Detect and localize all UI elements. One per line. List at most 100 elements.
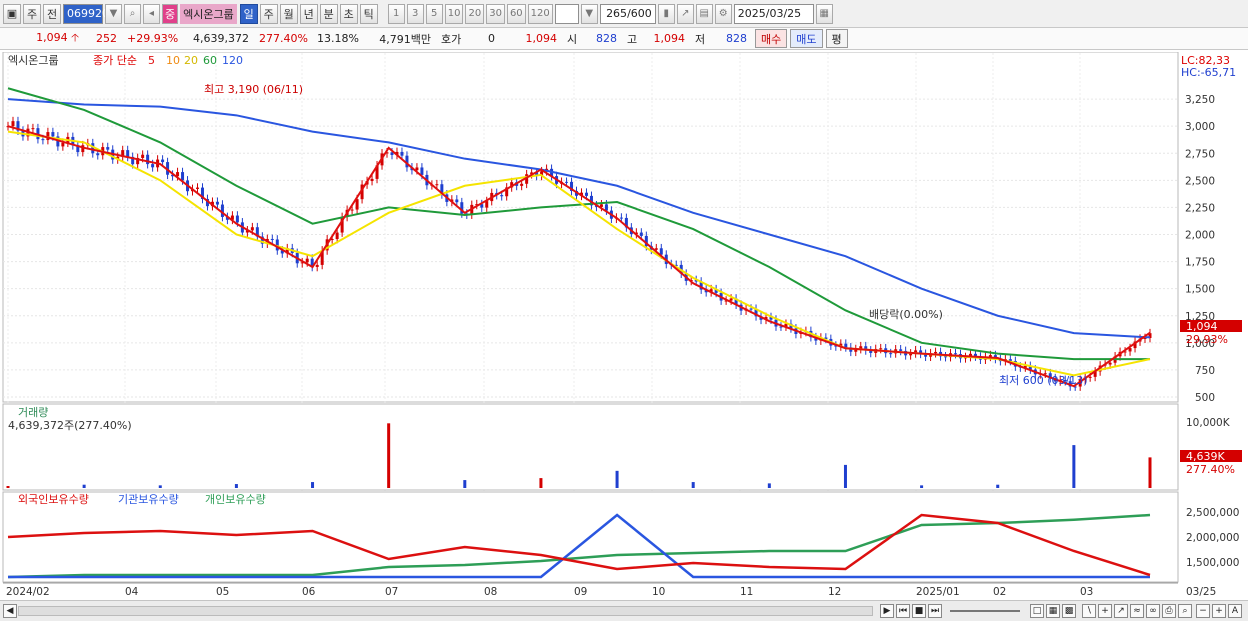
candle-body <box>370 178 374 182</box>
candle-body <box>315 264 319 267</box>
interval-button-7[interactable]: 120 <box>527 3 553 24</box>
interval-button-6[interactable]: 60 <box>506 3 526 24</box>
interval-button-3[interactable]: 10 <box>444 3 464 24</box>
x-label-1: 04 <box>125 586 139 598</box>
period-tab-2[interactable]: 월 <box>279 3 298 24</box>
holding-ytick-2: 2,000,000 <box>1186 532 1239 544</box>
trend-icon[interactable]: ↗ <box>1114 604 1128 618</box>
interval-input[interactable] <box>554 3 579 24</box>
scroll-bar: ◀ ▶ ⏮ ■ ⏭ □ ▦ ▩ ∖ + ↗ ≈ ∞ ⎙ ⌕ − + A <box>0 600 1248 621</box>
font-icon[interactable]: A <box>1228 604 1242 618</box>
holding-panel: 외국인보유수량 기관보유수량 개인보유수량 2,500,000 2,000,00… <box>2 491 1239 583</box>
y-tick-1: 750 <box>1195 365 1215 377</box>
save-icon[interactable]: ▤ <box>695 3 713 24</box>
volume-tag-text: 4,639K <box>1186 450 1225 463</box>
candle-type-icon[interactable]: ▮ <box>657 3 675 24</box>
interval-button-4[interactable]: 20 <box>465 3 485 24</box>
scroll-left-icon[interactable]: ◀ <box>3 604 17 618</box>
volume-ytick: 10,000K <box>1186 417 1231 429</box>
type-select[interactable]: 주 <box>23 3 41 24</box>
count-input[interactable]: 265/600 <box>599 3 656 24</box>
period-tab-4[interactable]: 분 <box>319 3 338 24</box>
low-value: 828 <box>726 32 747 45</box>
candle-body <box>565 181 569 183</box>
y-tick-7: 2,250 <box>1185 202 1215 214</box>
line-type-icon[interactable]: ↗ <box>676 3 694 24</box>
period-tab-0[interactable]: 일 <box>239 3 258 24</box>
price-panel-border <box>2 52 1179 403</box>
legend-ma-label: 종가 단순 <box>93 54 137 67</box>
turnover-rate: 13.18% <box>317 32 359 45</box>
pct-tag-text: 29.93% <box>1186 333 1228 346</box>
candle-body <box>151 164 155 168</box>
candle-body <box>844 343 848 348</box>
holding-ytick-3: 1,500,000 <box>1186 557 1239 569</box>
candle-body <box>899 349 903 351</box>
search-icon[interactable]: ⌕ <box>124 3 141 24</box>
hc-value: HC:-65,71 <box>1181 66 1236 79</box>
volume-bar <box>311 482 315 488</box>
last-icon[interactable]: ⏭ <box>928 604 942 618</box>
candle-body <box>400 151 404 156</box>
legend-stock-name: 엑시온그룹 <box>8 54 59 67</box>
interval-button-0[interactable]: 1 <box>387 3 405 24</box>
candle-body <box>270 238 274 240</box>
legend-ma5: 5 <box>148 54 155 67</box>
prev-button[interactable]: 전 <box>43 3 61 24</box>
tile-icon[interactable]: ▦ <box>1046 604 1060 618</box>
candle-body <box>31 128 35 130</box>
candle-body <box>1108 362 1112 365</box>
crosshair-icon[interactable]: + <box>1098 604 1112 618</box>
period-tab-6[interactable]: 틱 <box>359 3 378 24</box>
interval-button-2[interactable]: 5 <box>425 3 443 24</box>
candle-body <box>41 139 45 141</box>
period-tabs: 일주월년분초틱 <box>239 3 380 24</box>
interval-button-5[interactable]: 30 <box>486 3 505 24</box>
stop-icon[interactable]: ■ <box>912 604 926 618</box>
scroll-track[interactable] <box>18 606 873 616</box>
buy-button[interactable]: 매수 <box>755 29 788 48</box>
eval-button[interactable]: 평 <box>825 29 848 48</box>
volume-bar <box>6 486 10 488</box>
sell-button[interactable]: 매도 <box>790 29 823 48</box>
x-label-5: 08 <box>484 586 497 598</box>
x-label-13: 03/25 <box>1186 586 1216 598</box>
pattern-icon[interactable]: ∞ <box>1146 604 1160 618</box>
dividend-annotation: 배당락(0.00%) <box>869 308 943 321</box>
zoom-in-icon[interactable]: + <box>1212 604 1226 618</box>
y-tick-11: 3,250 <box>1185 94 1215 106</box>
period-tab-5[interactable]: 초 <box>339 3 358 24</box>
print-icon[interactable]: ⎙ <box>1162 604 1176 618</box>
candle-body <box>455 199 459 203</box>
scroll-right-icon[interactable]: ▶ <box>880 604 894 618</box>
grid-icon[interactable]: ▩ <box>1062 604 1076 618</box>
period-tab-1[interactable]: 주 <box>259 3 278 24</box>
volume-bar <box>920 485 924 488</box>
zoom-out-icon[interactable]: − <box>1196 604 1210 618</box>
date-input[interactable]: 2025/03/25 <box>733 3 814 24</box>
candle-body <box>181 172 185 181</box>
calendar-icon[interactable]: ▦ <box>815 3 833 24</box>
speaker-icon[interactable]: ◂ <box>143 3 160 24</box>
interval-button-1[interactable]: 3 <box>406 3 424 24</box>
window-icon[interactable]: □ <box>1030 604 1044 618</box>
low-label: 저 <box>695 32 706 46</box>
zoom-slider[interactable] <box>950 610 1020 612</box>
search-small-icon[interactable]: ⌕ <box>1178 604 1192 618</box>
high-label: 고 <box>627 32 638 46</box>
settings-icon[interactable]: ⚙ <box>714 3 732 24</box>
y-tick-8: 2,500 <box>1185 175 1215 187</box>
first-icon[interactable]: ⏮ <box>896 604 910 618</box>
stock-code-input[interactable]: 069920 <box>63 3 109 24</box>
stock-chart[interactable]: 5007501,0001,2501,5001,7502,0002,2502,50… <box>0 52 1248 600</box>
x-label-3: 06 <box>302 586 316 598</box>
volume-bar <box>387 423 391 488</box>
dropdown-icon[interactable]: ▼ <box>105 3 122 24</box>
period-tab-3[interactable]: 년 <box>299 3 318 24</box>
candle-body <box>639 232 643 236</box>
volume-bar <box>158 485 162 488</box>
layout-icon[interactable]: ▣ <box>3 3 21 24</box>
interval-dropdown-icon[interactable]: ▼ <box>580 3 598 24</box>
drawing-line-icon[interactable]: ∖ <box>1082 604 1096 618</box>
fib-icon[interactable]: ≈ <box>1130 604 1144 618</box>
